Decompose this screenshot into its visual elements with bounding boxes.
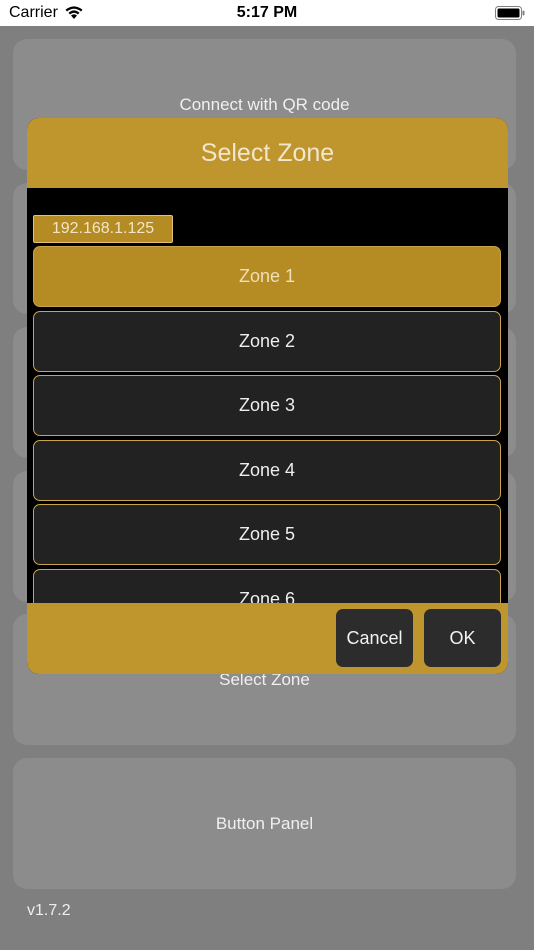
dialog-footer: Cancel OK xyxy=(27,603,508,674)
zone-item-1[interactable]: Zone 1 xyxy=(33,246,501,307)
select-zone-dialog: Select Zone 192.168.1.125 Zone 1 Zone 2 … xyxy=(27,118,508,674)
connect-qr-label: Connect with QR code xyxy=(179,95,350,114)
dialog-header: Select Zone xyxy=(27,118,508,188)
zone-label: Zone 3 xyxy=(238,395,296,415)
screen: Carrier 5:17 PM Connect with QR code Sel… xyxy=(0,0,534,950)
ip-address-tag: 192.168.1.125 xyxy=(33,215,173,243)
button-panel-label: Button Panel xyxy=(215,814,314,833)
zone-label: Zone 5 xyxy=(238,524,296,544)
cancel-label: Cancel xyxy=(346,627,403,648)
clock: 5:17 PM xyxy=(236,4,298,21)
dialog-title: Select Zone xyxy=(200,138,335,167)
battery-icon xyxy=(495,6,525,20)
zone-label: Zone 4 xyxy=(238,460,296,480)
zone-item-3[interactable]: Zone 3 xyxy=(33,375,501,436)
zone-item-2[interactable]: Zone 2 xyxy=(33,311,501,372)
zone-label: Zone 1 xyxy=(238,266,296,286)
cancel-button[interactable]: Cancel xyxy=(336,609,413,667)
zone-list[interactable]: Zone 1 Zone 2 Zone 3 Zone 4 Zone 5 Zone … xyxy=(33,246,501,603)
ok-button[interactable]: OK xyxy=(424,609,501,667)
zone-item-5[interactable]: Zone 5 xyxy=(33,504,501,565)
ip-address: 192.168.1.125 xyxy=(51,220,155,237)
zone-label: Zone 2 xyxy=(238,331,296,351)
status-bar: Carrier 5:17 PM xyxy=(0,0,534,26)
ok-label: OK xyxy=(449,627,476,648)
zone-label: Zone 6 xyxy=(238,589,296,603)
zone-item-6[interactable]: Zone 6 xyxy=(33,569,501,603)
button-panel-card[interactable]: Button Panel xyxy=(13,758,516,889)
zone-item-4[interactable]: Zone 4 xyxy=(33,440,501,501)
version-label: v1.7.2 xyxy=(27,902,71,919)
